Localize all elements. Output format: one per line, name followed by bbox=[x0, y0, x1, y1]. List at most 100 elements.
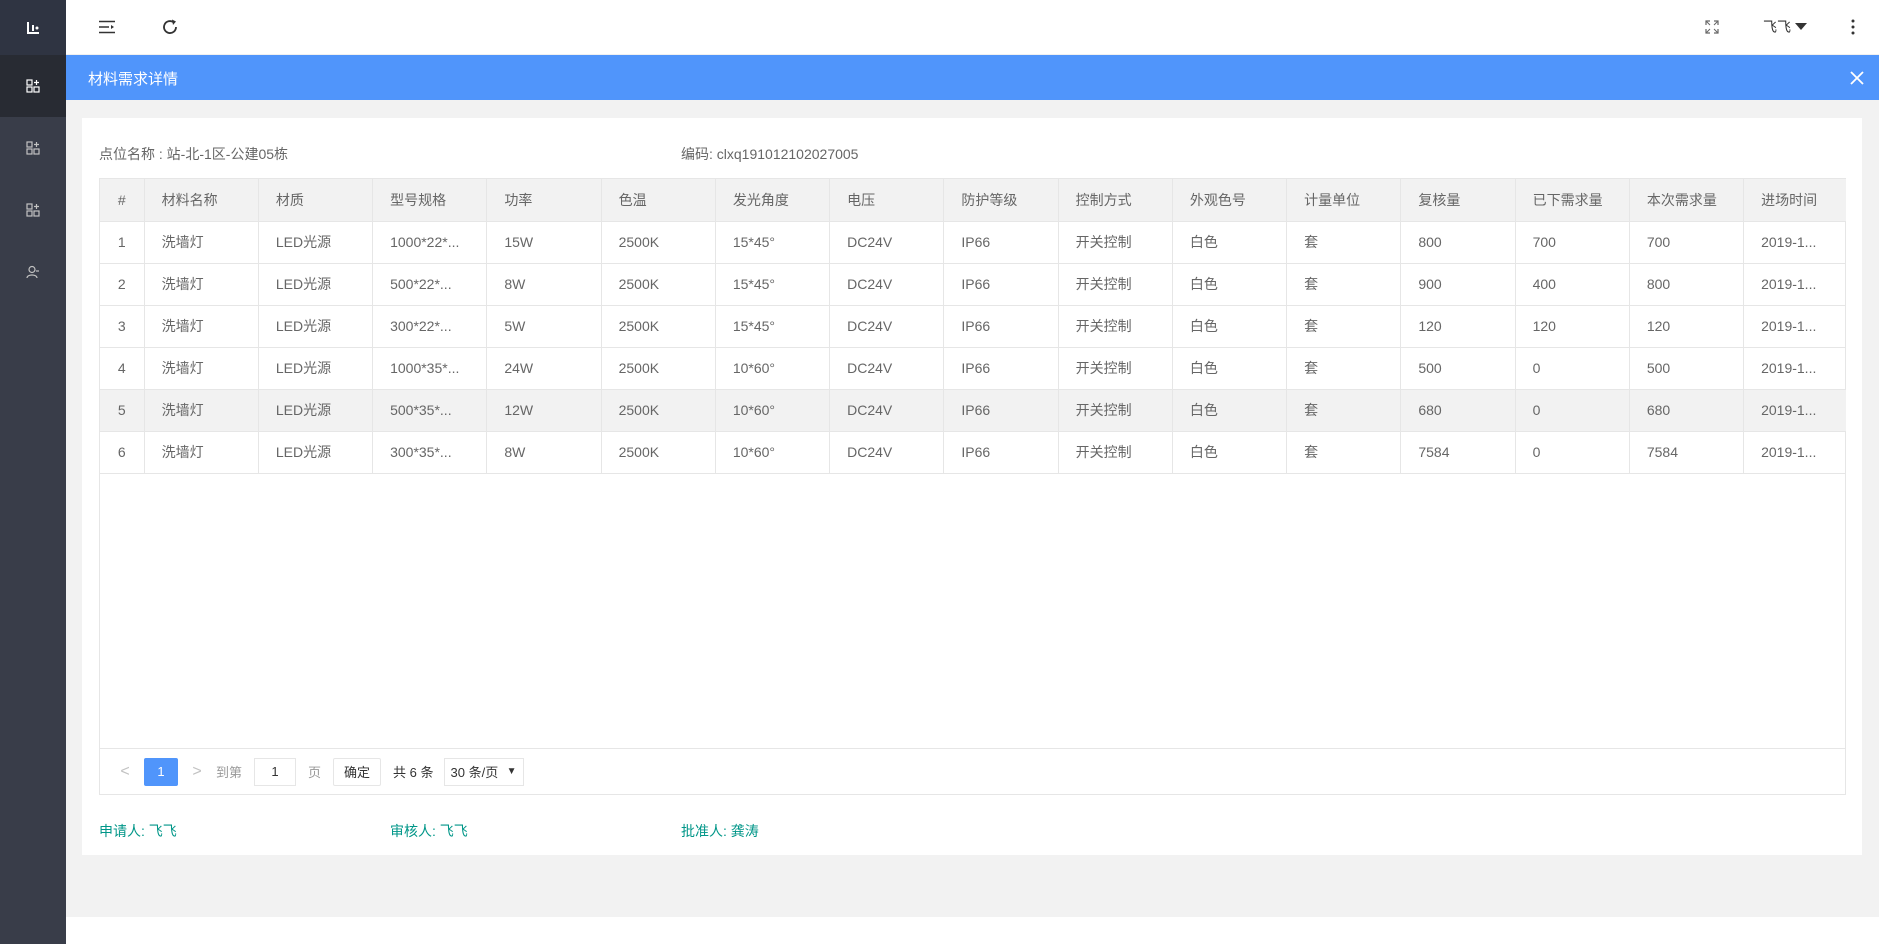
prev-page-button[interactable]: < bbox=[112, 763, 138, 781]
grid-add-icon bbox=[26, 203, 40, 217]
table-cell: 1000*22*... bbox=[373, 221, 487, 263]
column-header: 控制方式 bbox=[1058, 179, 1172, 221]
table-cell: 700 bbox=[1629, 221, 1743, 263]
table-row[interactable]: 5洗墙灯LED光源500*35*...12W2500K10*60°DC24VIP… bbox=[100, 389, 1846, 431]
dialog-titlebar: 材料需求详情 bbox=[66, 55, 1879, 100]
table-cell: 15*45° bbox=[715, 263, 829, 305]
table-cell: 套 bbox=[1287, 305, 1401, 347]
table-cell: 2019-1... bbox=[1744, 263, 1846, 305]
table-cell: 700 bbox=[1515, 221, 1629, 263]
table-cell: 2019-1... bbox=[1744, 305, 1846, 347]
table-cell: 120 bbox=[1629, 305, 1743, 347]
table-cell: DC24V bbox=[830, 221, 944, 263]
table-cell: 2019-1... bbox=[1744, 221, 1846, 263]
sidebar-item-materials[interactable] bbox=[0, 117, 66, 179]
table-cell: LED光源 bbox=[258, 389, 372, 431]
table-row[interactable]: 4洗墙灯LED光源1000*35*...24W2500K10*60°DC24VI… bbox=[100, 347, 1846, 389]
table-cell: 6 bbox=[100, 431, 144, 473]
table-cell: 白色 bbox=[1172, 305, 1286, 347]
sidebar-item-dashboard[interactable] bbox=[0, 55, 66, 117]
column-header: 防护等级 bbox=[944, 179, 1058, 221]
next-page-button[interactable]: > bbox=[184, 763, 210, 781]
column-header: # bbox=[100, 179, 144, 221]
user-icon bbox=[26, 265, 40, 279]
detail-card: 点位名称 : 站-北-1区-公建05栋 编码: clxq191012102027… bbox=[82, 118, 1862, 855]
table-cell: 5 bbox=[100, 389, 144, 431]
table-cell: LED光源 bbox=[258, 305, 372, 347]
table-cell: 120 bbox=[1401, 305, 1515, 347]
table-cell: DC24V bbox=[830, 431, 944, 473]
column-header: 材料名称 bbox=[144, 179, 258, 221]
sidebar-item-requests[interactable] bbox=[0, 179, 66, 241]
table-cell: 680 bbox=[1401, 389, 1515, 431]
page-number-current[interactable]: 1 bbox=[144, 758, 178, 786]
page-size-value: 30 条/页 bbox=[451, 762, 499, 781]
table-cell: 300*35*... bbox=[373, 431, 487, 473]
caret-down-icon bbox=[1795, 23, 1807, 31]
refresh-icon bbox=[161, 18, 179, 36]
table-cell: DC24V bbox=[830, 305, 944, 347]
goto-page-input[interactable] bbox=[254, 758, 296, 786]
column-header: 功率 bbox=[487, 179, 601, 221]
top-toolbar: 飞飞 bbox=[66, 0, 1879, 55]
table-cell: 白色 bbox=[1172, 431, 1286, 473]
table-cell: 15W bbox=[487, 221, 601, 263]
table-cell: 500 bbox=[1629, 347, 1743, 389]
table-cell: 2019-1... bbox=[1744, 431, 1846, 473]
more-menu-button[interactable] bbox=[1842, 16, 1864, 38]
refresh-button[interactable] bbox=[159, 16, 181, 38]
table-cell: LED光源 bbox=[258, 221, 372, 263]
table-cell: 8W bbox=[487, 263, 601, 305]
user-menu[interactable]: 飞飞 bbox=[1763, 17, 1807, 37]
table-cell: 开关控制 bbox=[1058, 263, 1172, 305]
table-cell: DC24V bbox=[830, 347, 944, 389]
table-cell: 0 bbox=[1515, 431, 1629, 473]
table-header-row: #材料名称材质型号规格功率色温发光角度电压防护等级控制方式外观色号计量单位复核量… bbox=[100, 179, 1846, 221]
sidebar bbox=[0, 0, 66, 944]
menu-toggle-button[interactable] bbox=[96, 16, 118, 38]
table-cell: LED光源 bbox=[258, 263, 372, 305]
table-cell: 2019-1... bbox=[1744, 389, 1846, 431]
reviewer: 审核人: 飞飞 bbox=[390, 821, 468, 841]
fullscreen-icon bbox=[1705, 20, 1719, 34]
caret-down-icon: ▼ bbox=[507, 766, 517, 777]
column-header: 型号规格 bbox=[373, 179, 487, 221]
table-cell: DC24V bbox=[830, 389, 944, 431]
table-cell: DC24V bbox=[830, 263, 944, 305]
column-header: 色温 bbox=[601, 179, 715, 221]
fullscreen-button[interactable] bbox=[1701, 16, 1723, 38]
goto-confirm-button[interactable]: 确定 bbox=[333, 758, 381, 786]
table-cell: 2019-1... bbox=[1744, 347, 1846, 389]
table-cell: 开关控制 bbox=[1058, 221, 1172, 263]
grid-add-icon bbox=[26, 141, 40, 155]
pagination: < 1 > 到第 页 确定 共 6 条 30 条/页 ▼ bbox=[100, 748, 1845, 794]
table-cell: 7584 bbox=[1401, 431, 1515, 473]
table-row[interactable]: 6洗墙灯LED光源300*35*...8W2500K10*60°DC24VIP6… bbox=[100, 431, 1846, 473]
table-cell: 2500K bbox=[601, 431, 715, 473]
logo[interactable] bbox=[0, 0, 66, 55]
table-cell: 2500K bbox=[601, 347, 715, 389]
table-row[interactable]: 2洗墙灯LED光源500*22*...8W2500K15*45°DC24VIP6… bbox=[100, 263, 1846, 305]
table-cell: 500 bbox=[1401, 347, 1515, 389]
close-button[interactable] bbox=[1849, 70, 1865, 86]
table-cell: 24W bbox=[487, 347, 601, 389]
table-cell: 2500K bbox=[601, 221, 715, 263]
column-header: 计量单位 bbox=[1287, 179, 1401, 221]
materials-table: #材料名称材质型号规格功率色温发光角度电压防护等级控制方式外观色号计量单位复核量… bbox=[99, 178, 1846, 795]
table-cell: 8W bbox=[487, 431, 601, 473]
table-cell: IP66 bbox=[944, 221, 1058, 263]
total-count: 共 6 条 bbox=[393, 762, 433, 781]
table-cell: 1000*35*... bbox=[373, 347, 487, 389]
column-header: 已下需求量 bbox=[1515, 179, 1629, 221]
table-cell: 白色 bbox=[1172, 263, 1286, 305]
table-row[interactable]: 1洗墙灯LED光源1000*22*...15W2500K15*45°DC24VI… bbox=[100, 221, 1846, 263]
table-cell: 3 bbox=[100, 305, 144, 347]
column-header: 外观色号 bbox=[1172, 179, 1286, 221]
grid-add-icon bbox=[26, 79, 40, 93]
sidebar-item-users[interactable] bbox=[0, 241, 66, 303]
table-cell: 洗墙灯 bbox=[144, 347, 258, 389]
table-row[interactable]: 3洗墙灯LED光源300*22*...5W2500K15*45°DC24VIP6… bbox=[100, 305, 1846, 347]
page-size-select[interactable]: 30 条/页 ▼ bbox=[444, 758, 524, 786]
column-header: 电压 bbox=[830, 179, 944, 221]
page-label: 页 bbox=[308, 762, 321, 781]
